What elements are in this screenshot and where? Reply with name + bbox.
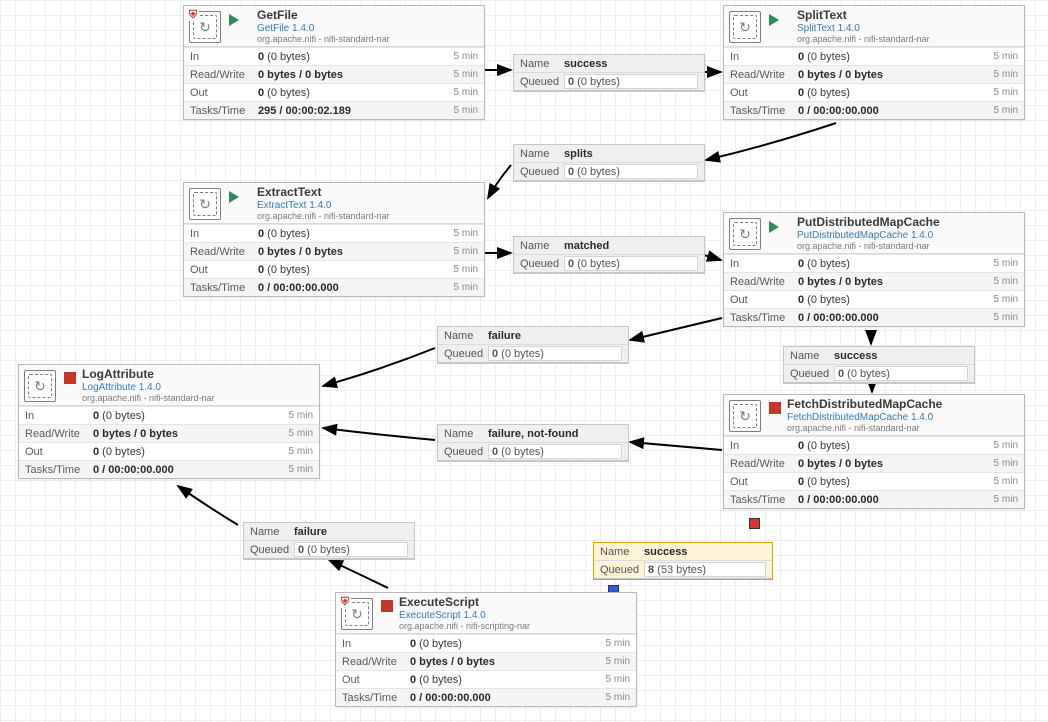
connection-name-row: Namesuccess xyxy=(514,55,704,73)
connection-port-source[interactable] xyxy=(749,518,760,529)
processor-version: GetFile 1.4.0 xyxy=(257,23,484,35)
connection-name-row: Namefailure, not-found xyxy=(438,425,628,443)
stat-row: In0 (0 bytes)5 min xyxy=(184,224,484,242)
processor-version: LogAttribute 1.4.0 xyxy=(82,382,319,394)
stat-row: Tasks/Time0 / 00:00:00.0005 min xyxy=(724,490,1024,508)
connection-c_failnf[interactable]: Namefailure, not-foundQueued0 (0 bytes) xyxy=(437,424,629,462)
stat-row: Tasks/Time0 / 00:00:00.0005 min xyxy=(19,460,319,478)
queue-row: Queued0 (0 bytes) xyxy=(514,255,704,273)
stat-row: Tasks/Time0 / 00:00:00.0005 min xyxy=(724,101,1024,119)
stat-row: Out0 (0 bytes)5 min xyxy=(724,472,1024,490)
connection-c_success2[interactable]: NamesuccessQueued0 (0 bytes) xyxy=(783,346,975,384)
stat-row: Read/Write0 bytes / 0 bytes5 min xyxy=(336,652,636,670)
processor-version: ExtractText 1.4.0 xyxy=(257,200,484,212)
stat-row: In0 (0 bytes)5 min xyxy=(336,634,636,652)
stat-row: Read/Write0 bytes / 0 bytes5 min xyxy=(724,454,1024,472)
processor-GetFile[interactable]: ⛨ GetFileGetFile 1.4.0org.apache.nifi - n… xyxy=(183,5,485,120)
stat-row: Read/Write0 bytes / 0 bytes5 min xyxy=(184,65,484,83)
processor-bundle: org.apache.nifi - nifi-standard-nar xyxy=(797,34,1024,44)
processor-name: ExecuteScript xyxy=(399,596,636,610)
stopped-state-icon xyxy=(769,402,781,414)
processor-icon xyxy=(24,370,56,402)
processor-version: PutDistributedMapCache 1.4.0 xyxy=(797,230,1024,242)
connection-name-row: Namesuccess xyxy=(784,347,974,365)
processor-ExecScript[interactable]: ⛨ ExecuteScriptExecuteScript 1.4.0org.apa… xyxy=(335,592,637,707)
stat-row: Tasks/Time295 / 00:00:02.1895 min xyxy=(184,101,484,119)
connection-c_splits[interactable]: NamesplitsQueued0 (0 bytes) xyxy=(513,144,705,182)
run-state-icon xyxy=(769,14,791,26)
queue-row: Queued0 (0 bytes) xyxy=(514,163,704,181)
warning-icon: ⛨ xyxy=(187,9,199,21)
processor-icon xyxy=(729,218,761,250)
processor-bundle: org.apache.nifi - nifi-standard-nar xyxy=(787,423,1024,433)
processor-SplitText[interactable]: SplitTextSplitText 1.4.0org.apache.nifi … xyxy=(723,5,1025,120)
queue-row: Queued0 (0 bytes) xyxy=(514,73,704,91)
connection-c_success3[interactable]: NamesuccessQueued8 (53 bytes) xyxy=(593,542,773,580)
processor-bundle: org.apache.nifi - nifi-standard-nar xyxy=(797,241,1024,251)
stat-row: In0 (0 bytes)5 min xyxy=(724,436,1024,454)
stopped-state-icon xyxy=(381,600,393,612)
stat-row: Tasks/Time0 / 00:00:00.0005 min xyxy=(184,278,484,296)
processor-ExtractText[interactable]: ExtractTextExtractText 1.4.0org.apache.n… xyxy=(183,182,485,297)
queue-row: Queued0 (0 bytes) xyxy=(438,345,628,363)
stat-row: Out0 (0 bytes)5 min xyxy=(336,670,636,688)
processor-icon xyxy=(189,188,221,220)
stat-row: In0 (0 bytes)5 min xyxy=(724,254,1024,272)
processor-name: GetFile xyxy=(257,9,484,23)
queue-row: Queued0 (0 bytes) xyxy=(784,365,974,383)
processor-version: ExecuteScript 1.4.0 xyxy=(399,610,636,622)
processor-icon xyxy=(729,11,761,43)
stat-row: Read/Write0 bytes / 0 bytes5 min xyxy=(724,65,1024,83)
connection-name-row: Namesplits xyxy=(514,145,704,163)
queue-row: Queued0 (0 bytes) xyxy=(244,541,414,559)
processor-FetchDMC[interactable]: FetchDistributedMapCacheFetchDistributed… xyxy=(723,394,1025,509)
stat-row: In0 (0 bytes)5 min xyxy=(19,406,319,424)
stat-row: Read/Write0 bytes / 0 bytes5 min xyxy=(184,242,484,260)
stat-row: In0 (0 bytes)5 min xyxy=(724,47,1024,65)
stat-row: Out0 (0 bytes)5 min xyxy=(184,83,484,101)
stat-row: Read/Write0 bytes / 0 bytes5 min xyxy=(19,424,319,442)
processor-version: FetchDistributedMapCache 1.4.0 xyxy=(787,412,1024,424)
connection-name-row: Namefailure xyxy=(438,327,628,345)
stat-row: In0 (0 bytes)5 min xyxy=(184,47,484,65)
run-state-icon xyxy=(229,14,251,26)
connection-c_matched[interactable]: NamematchedQueued0 (0 bytes) xyxy=(513,236,705,274)
stat-row: Tasks/Time0 / 00:00:00.0005 min xyxy=(336,688,636,706)
processor-icon xyxy=(729,400,761,432)
connection-name-row: Namesuccess xyxy=(594,543,772,561)
processor-bundle: org.apache.nifi - nifi-standard-nar xyxy=(82,393,319,403)
processor-name: LogAttribute xyxy=(82,368,319,382)
processor-bundle: org.apache.nifi - nifi-standard-nar xyxy=(257,211,484,221)
processor-name: SplitText xyxy=(797,9,1024,23)
processor-name: FetchDistributedMapCache xyxy=(787,398,1024,412)
warning-icon: ⛨ xyxy=(339,596,351,608)
connection-name-row: Namefailure xyxy=(244,523,414,541)
processor-icon: ⛨ xyxy=(341,598,373,630)
connection-c_failure1[interactable]: NamefailureQueued0 (0 bytes) xyxy=(437,326,629,364)
connection-c_success1[interactable]: NamesuccessQueued0 (0 bytes) xyxy=(513,54,705,92)
stat-row: Tasks/Time0 / 00:00:00.0005 min xyxy=(724,308,1024,326)
processor-LogAttr[interactable]: LogAttributeLogAttribute 1.4.0org.apache… xyxy=(18,364,320,479)
processor-version: SplitText 1.4.0 xyxy=(797,23,1024,35)
connection-name-row: Namematched xyxy=(514,237,704,255)
processor-bundle: org.apache.nifi - nifi-standard-nar xyxy=(257,34,484,44)
stat-row: Out0 (0 bytes)5 min xyxy=(19,442,319,460)
queue-row: Queued8 (53 bytes) xyxy=(594,561,772,579)
processor-name: ExtractText xyxy=(257,186,484,200)
processor-bundle: org.apache.nifi - nifi-scripting-nar xyxy=(399,621,636,631)
stopped-state-icon xyxy=(64,372,76,384)
connection-c_failure2[interactable]: NamefailureQueued0 (0 bytes) xyxy=(243,522,415,560)
processor-name: PutDistributedMapCache xyxy=(797,216,1024,230)
processor-PutDMC[interactable]: PutDistributedMapCachePutDistributedMapC… xyxy=(723,212,1025,327)
queue-row: Queued0 (0 bytes) xyxy=(438,443,628,461)
stat-row: Read/Write0 bytes / 0 bytes5 min xyxy=(724,272,1024,290)
run-state-icon xyxy=(229,191,251,203)
stat-row: Out0 (0 bytes)5 min xyxy=(724,290,1024,308)
stat-row: Out0 (0 bytes)5 min xyxy=(184,260,484,278)
stat-row: Out0 (0 bytes)5 min xyxy=(724,83,1024,101)
processor-icon: ⛨ xyxy=(189,11,221,43)
run-state-icon xyxy=(769,221,791,233)
